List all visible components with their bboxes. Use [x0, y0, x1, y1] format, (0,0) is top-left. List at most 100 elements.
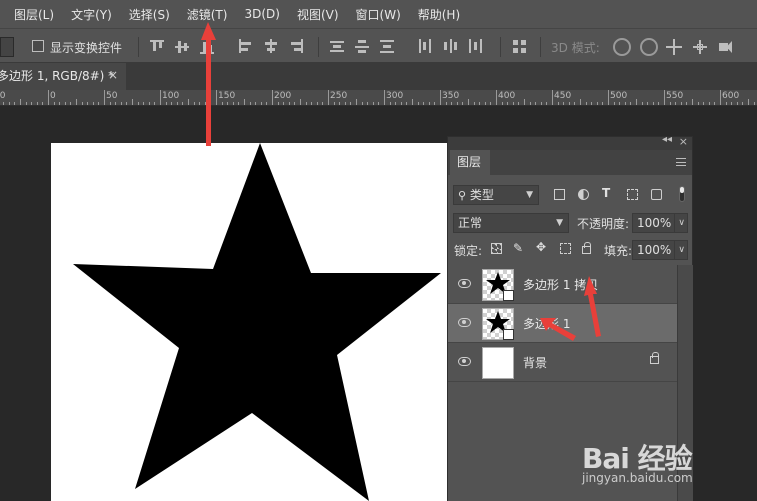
collapse-panel-icon[interactable]: ◂◂: [662, 134, 672, 145]
ruler-tick: [244, 99, 245, 105]
ruler-tick: [255, 102, 257, 105]
layer-name[interactable]: 背景: [523, 354, 547, 371]
ruler-tick: [165, 102, 167, 105]
watermark: Bai 经验 jingyan.baidu.com: [582, 437, 693, 485]
ruler-tick: [507, 102, 509, 105]
filter-toggle-switch[interactable]: [679, 186, 685, 202]
visibility-eye-icon[interactable]: [458, 318, 471, 327]
3d-slide-icon[interactable]: [692, 39, 708, 55]
ruler-tick: [490, 102, 492, 105]
show-transform-controls-checkbox[interactable]: [32, 40, 44, 52]
star-shape-layer[interactable]: [51, 143, 451, 501]
lock-artboard-icon[interactable]: [560, 243, 571, 254]
menu-view[interactable]: 视图(V): [297, 6, 339, 23]
tab-layers[interactable]: 图层: [450, 150, 490, 175]
3d-scale-icon[interactable]: [718, 39, 734, 55]
menu-select[interactable]: 选择(S): [129, 6, 170, 23]
ruler-tick: [703, 102, 705, 105]
align-right-edges-icon[interactable]: [288, 39, 304, 55]
ruler-tick: [92, 102, 94, 105]
distribute-bottom-icon[interactable]: [380, 39, 396, 55]
ruler-label: 250: [330, 91, 348, 101]
blend-mode-value: 正常: [458, 216, 483, 230]
3d-pan-icon[interactable]: [666, 39, 682, 55]
distribute-left-icon[interactable]: [418, 39, 434, 55]
distribute-horizontal-centers-icon[interactable]: [443, 39, 459, 55]
ruler-label: 150: [218, 91, 236, 101]
horizontal-ruler[interactable]: 50050100150200250300350400450500550600: [0, 90, 757, 106]
align-horizontal-centers-icon[interactable]: [263, 39, 279, 55]
menu-help[interactable]: 帮助(H): [418, 6, 460, 23]
lock-image-pixels-icon[interactable]: ✎: [513, 241, 523, 255]
ruler-label: 350: [442, 91, 460, 101]
align-vertical-centers-icon[interactable]: [175, 39, 191, 55]
tool-preset-dropdown[interactable]: [0, 37, 14, 57]
document-tab-bar: 多边形 1, RGB/8#) * ×: [0, 63, 757, 90]
lock-position-icon[interactable]: ✥: [536, 240, 546, 254]
3d-mode-label: 3D 模式:: [551, 41, 600, 55]
ruler-tick: [238, 102, 240, 105]
ruler-tick: [552, 90, 553, 105]
ruler-tick: [115, 102, 117, 105]
ruler-tick: [339, 102, 341, 105]
document-tab[interactable]: 多边形 1, RGB/8#) * ×: [0, 63, 126, 90]
ruler-label: 50: [106, 91, 118, 101]
opacity-input[interactable]: 100% ∨: [632, 213, 688, 233]
ruler-tick: [249, 102, 251, 105]
fill-input[interactable]: 100% ∨: [632, 240, 688, 260]
filter-pixel-layers-icon[interactable]: [554, 189, 565, 200]
ruler-label: 0: [50, 91, 56, 101]
ruler-tick: [400, 102, 402, 105]
layer-row-background[interactable]: 背景: [448, 343, 677, 382]
panel-menu-icon[interactable]: [676, 158, 686, 166]
layer-name[interactable]: 多边形 1 拷贝: [523, 276, 598, 293]
menu-window[interactable]: 窗口(W): [356, 6, 401, 23]
align-bottom-edges-icon[interactable]: [200, 39, 216, 55]
ruler-tick: [753, 102, 755, 105]
layer-row-polygon[interactable]: 多边形 1: [448, 304, 677, 343]
menu-3d[interactable]: 3D(D): [244, 7, 279, 21]
3d-roll-icon[interactable]: [640, 38, 658, 56]
ruler-tick: [496, 90, 497, 105]
close-panel-icon[interactable]: ×: [679, 135, 688, 148]
ruler-tick: [384, 90, 385, 105]
filter-type-layers-icon[interactable]: T: [602, 186, 610, 200]
ruler-tick: [568, 102, 570, 105]
filter-adjustment-layers-icon[interactable]: [578, 189, 589, 200]
ruler-tick: [708, 102, 710, 105]
layer-filter-kind-select[interactable]: ⚲ 类型 ▼: [453, 185, 539, 205]
3d-orbit-icon[interactable]: [613, 38, 631, 56]
ruler-tick: [199, 102, 201, 105]
ruler-tick: [423, 102, 425, 105]
lock-all-icon[interactable]: [582, 242, 591, 254]
align-left-edges-icon[interactable]: [238, 39, 254, 55]
filter-shape-layers-icon[interactable]: [627, 189, 638, 200]
ruler-tick: [266, 102, 268, 105]
menu-type[interactable]: 文字(Y): [71, 6, 112, 23]
distribute-vertical-centers-icon[interactable]: [355, 39, 371, 55]
layer-row-polygon-copy[interactable]: 多边形 1 拷贝: [448, 265, 677, 304]
lock-transparent-pixels-icon[interactable]: [491, 243, 502, 254]
ruler-tick: [596, 102, 598, 105]
visibility-eye-icon[interactable]: [458, 279, 471, 288]
auto-align-layers-icon[interactable]: [512, 39, 528, 55]
ruler-tick: [647, 102, 649, 105]
blend-mode-select[interactable]: 正常 ▼: [453, 213, 569, 233]
distribute-top-icon[interactable]: [330, 39, 346, 55]
ruler-tick: [585, 102, 587, 105]
ruler-label: 550: [666, 91, 684, 101]
ruler-tick: [720, 90, 721, 105]
menu-filter[interactable]: 滤镜(T): [187, 6, 228, 23]
align-top-edges-icon[interactable]: [150, 39, 166, 55]
ruler-tick: [697, 102, 699, 105]
ruler-tick: [87, 102, 89, 105]
ruler-tick: [468, 99, 469, 105]
distribute-right-icon[interactable]: [468, 39, 484, 55]
close-tab-icon[interactable]: ×: [108, 68, 118, 82]
ruler-tick: [675, 102, 677, 105]
filter-smart-objects-icon[interactable]: [651, 189, 662, 200]
layer-name[interactable]: 多边形 1: [523, 315, 570, 332]
menu-layer[interactable]: 图层(L): [14, 6, 54, 23]
ruler-tick: [126, 102, 128, 105]
visibility-eye-icon[interactable]: [458, 357, 471, 366]
